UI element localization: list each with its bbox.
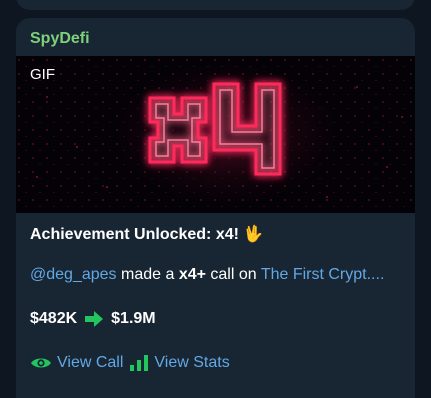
price-change: $482K $1.9M <box>30 310 156 328</box>
call-multiplier: x4+ <box>178 266 206 283</box>
view-stats-label: View Stats <box>154 354 230 371</box>
gif-neon-art <box>16 56 415 213</box>
view-call-button[interactable]: View Call <box>30 354 123 372</box>
arrow-right-icon <box>85 311 104 327</box>
sender-name[interactable]: SpyDefi <box>30 30 90 48</box>
price-to: $1.9M <box>111 310 156 327</box>
view-call-label: View Call <box>57 354 124 371</box>
gif-label: GIF <box>30 66 55 83</box>
eye-icon <box>31 358 51 368</box>
bar-chart-icon <box>130 355 149 371</box>
vulcan-salute-emoji: 🖖 <box>243 226 264 243</box>
action-links: View Call View Stats <box>30 354 230 372</box>
text-made: made a <box>120 266 175 283</box>
message-bubble: SpyDefi GIF Achievement Unlocked: x4! 🖖 … <box>16 18 415 398</box>
text-call-on: call on <box>210 266 257 283</box>
price-from: $482K <box>30 310 78 327</box>
user-link[interactable]: @deg_apes <box>30 266 117 283</box>
view-stats-button[interactable]: View Stats <box>129 354 230 372</box>
call-description: @deg_apes made a x4+ call on The First C… <box>30 266 384 284</box>
gif-media[interactable]: GIF <box>16 56 415 213</box>
previous-message-bubble <box>16 0 415 10</box>
achievement-title: Achievement Unlocked: x4! 🖖 <box>30 224 263 244</box>
token-link[interactable]: The First Crypt.... <box>261 266 385 283</box>
achievement-title-text: Achievement Unlocked: x4! <box>30 226 239 243</box>
